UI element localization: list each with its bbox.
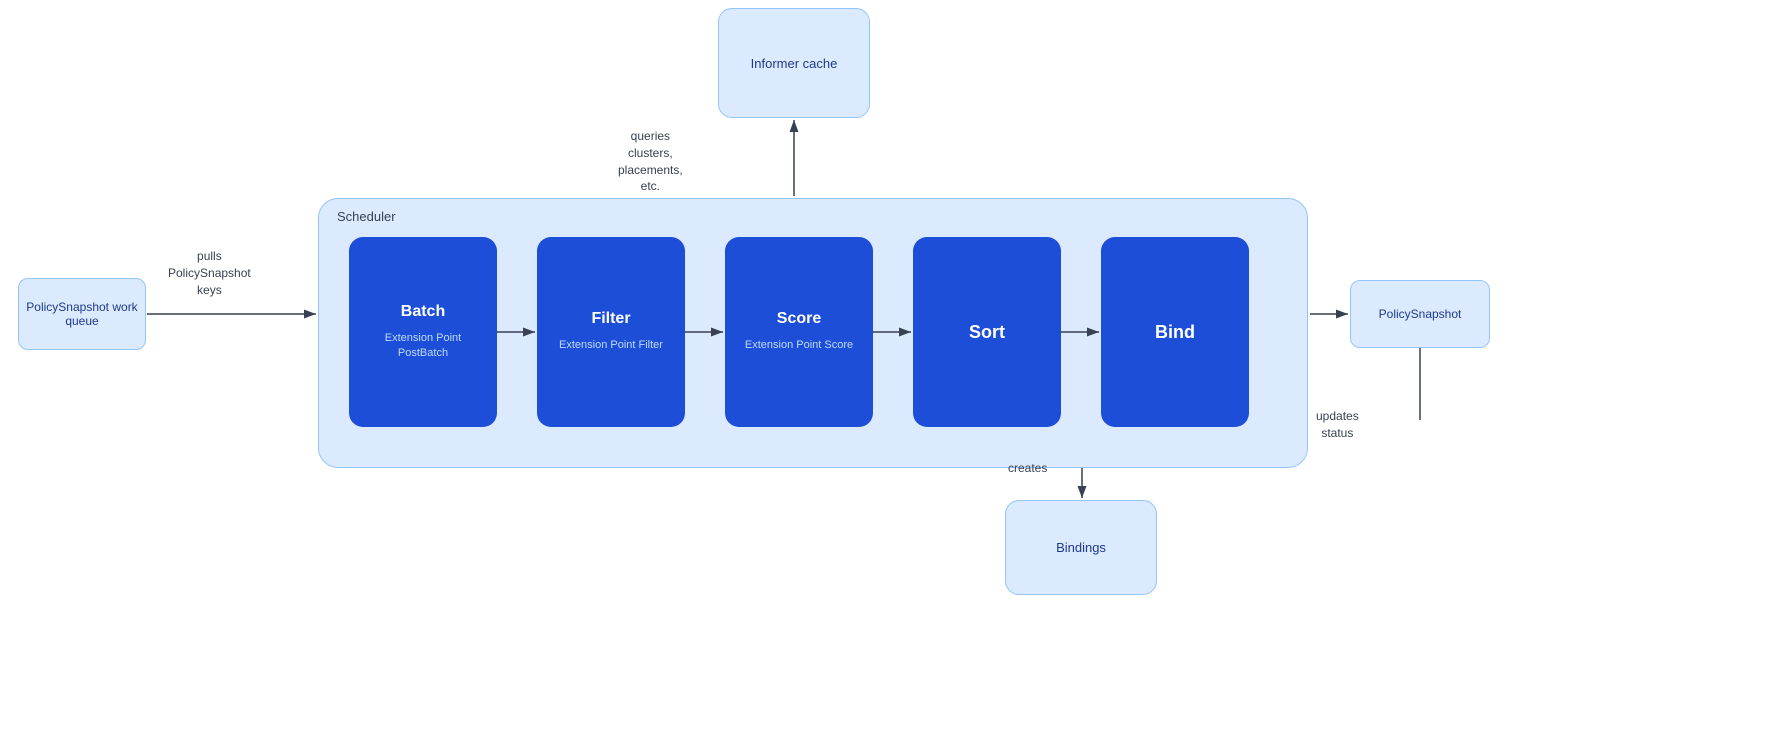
bindings-box: Bindings	[1005, 500, 1157, 595]
sort-title: Sort	[969, 322, 1005, 343]
queries-label: queriesclusters,placements,etc.	[618, 128, 683, 195]
informer-cache-label: Informer cache	[751, 56, 838, 71]
score-title: Score	[777, 310, 821, 328]
policy-snapshot-queue-box: PolicySnapshot work queue	[18, 278, 146, 350]
policy-snapshot-output-label: PolicySnapshot	[1379, 307, 1462, 321]
creates-label: creates	[1008, 460, 1047, 477]
bind-box: Bind	[1101, 237, 1249, 427]
batch-title: Batch	[401, 303, 445, 321]
sort-box: Sort	[913, 237, 1061, 427]
score-box: Score Extension Point Score	[725, 237, 873, 427]
updates-status-label: updatesstatus	[1316, 408, 1359, 442]
diagram-container: Informer cache PolicySnapshot work queue…	[0, 0, 1780, 732]
policy-snapshot-output-box: PolicySnapshot	[1350, 280, 1490, 348]
bindings-label: Bindings	[1056, 540, 1106, 555]
batch-box: Batch Extension Point PostBatch	[349, 237, 497, 427]
pulls-label: pullsPolicySnapshotkeys	[168, 248, 251, 298]
scheduler-container: Scheduler Batch Extension Point PostBatc…	[318, 198, 1308, 468]
informer-cache-box: Informer cache	[718, 8, 870, 118]
bind-title: Bind	[1155, 322, 1195, 343]
policy-snapshot-queue-label: PolicySnapshot work queue	[19, 300, 145, 328]
filter-box: Filter Extension Point Filter	[537, 237, 685, 427]
scheduler-label: Scheduler	[337, 209, 396, 224]
batch-subtitle: Extension Point PostBatch	[359, 331, 487, 362]
filter-title: Filter	[591, 310, 630, 328]
filter-subtitle: Extension Point Filter	[559, 338, 663, 353]
score-subtitle: Extension Point Score	[745, 338, 853, 353]
